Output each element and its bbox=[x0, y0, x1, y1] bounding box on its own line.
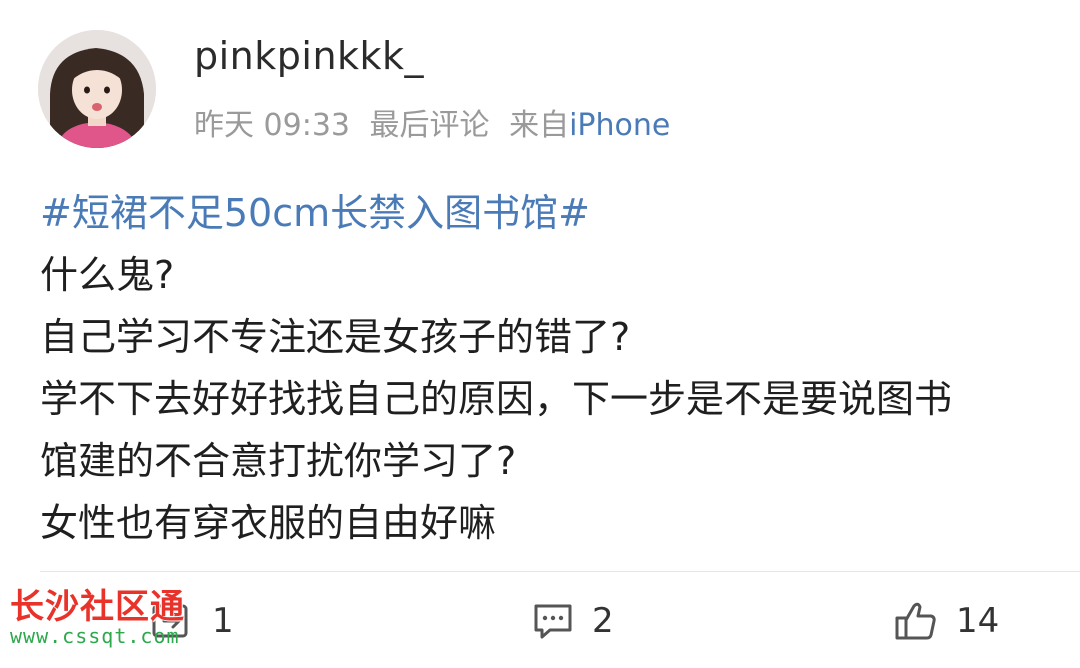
divider bbox=[40, 571, 1080, 572]
source-prefix: 来自 bbox=[509, 108, 570, 143]
thumbs-up-icon bbox=[895, 602, 936, 640]
like-button[interactable]: 14 bbox=[894, 596, 999, 646]
comment-icon bbox=[534, 604, 572, 639]
comment-status: 最后评论 bbox=[369, 108, 490, 143]
post-meta: 昨天 09:33 最后评论 来自iPhone bbox=[194, 100, 670, 144]
avatar[interactable] bbox=[38, 30, 156, 148]
post-line: 学不下去好好找找自己的原因，下一步是不是要说图书 bbox=[40, 377, 953, 421]
post-line: 女性也有穿衣服的自由好嘛 bbox=[40, 501, 497, 545]
post-line: 自己学习不专注还是女孩子的错了? bbox=[40, 315, 631, 359]
post-date: 昨天 09:33 bbox=[194, 108, 350, 143]
site-watermark: 长沙社区通 www.cssqt.com bbox=[10, 590, 185, 646]
watermark-title: 长沙社区通 bbox=[10, 587, 185, 627]
avatar-image bbox=[38, 30, 156, 148]
like-count: 14 bbox=[956, 601, 1000, 641]
post-line: 什么鬼? bbox=[40, 253, 175, 297]
comment-count: 2 bbox=[592, 601, 614, 641]
source-device-link[interactable]: iPhone bbox=[569, 108, 670, 143]
username[interactable]: pinkpinkkk_ bbox=[194, 34, 424, 78]
comment-button[interactable]: 2 bbox=[532, 596, 614, 646]
post-line: 馆建的不合意打扰你学习了? bbox=[40, 439, 517, 483]
hashtag-link[interactable]: #短裙不足50cm长禁入图书馆# bbox=[40, 182, 590, 237]
post-text: 什么鬼? 自己学习不专注还是女孩子的错了? 学不下去好好找找自己的原因，下一步是… bbox=[40, 244, 1080, 554]
repost-count: 1 bbox=[212, 601, 234, 641]
watermark-url: www.cssqt.com bbox=[10, 624, 180, 648]
